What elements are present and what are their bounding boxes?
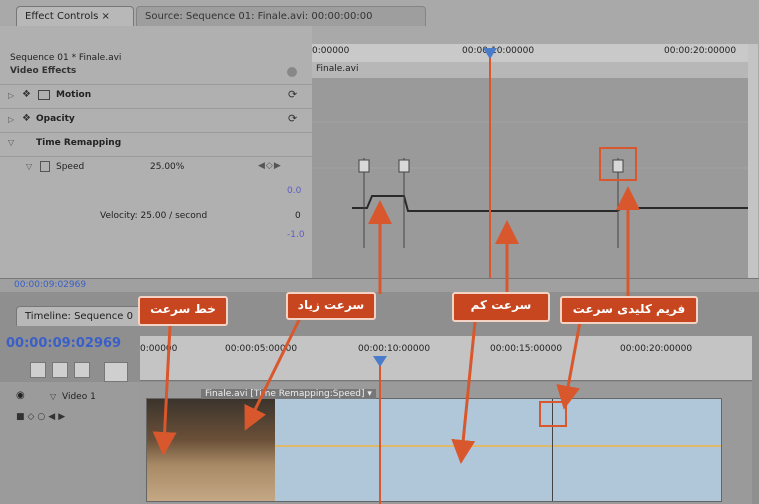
callout-speed-line: خط سرعت <box>138 296 228 326</box>
callout-speed-down: سرعت کم <box>452 292 550 322</box>
callout-speed-up: سرعت زیاد <box>286 292 376 320</box>
callout-speed-keyframe: فریم کلیدی سرعت <box>560 296 698 324</box>
callout-arrows <box>152 186 640 464</box>
